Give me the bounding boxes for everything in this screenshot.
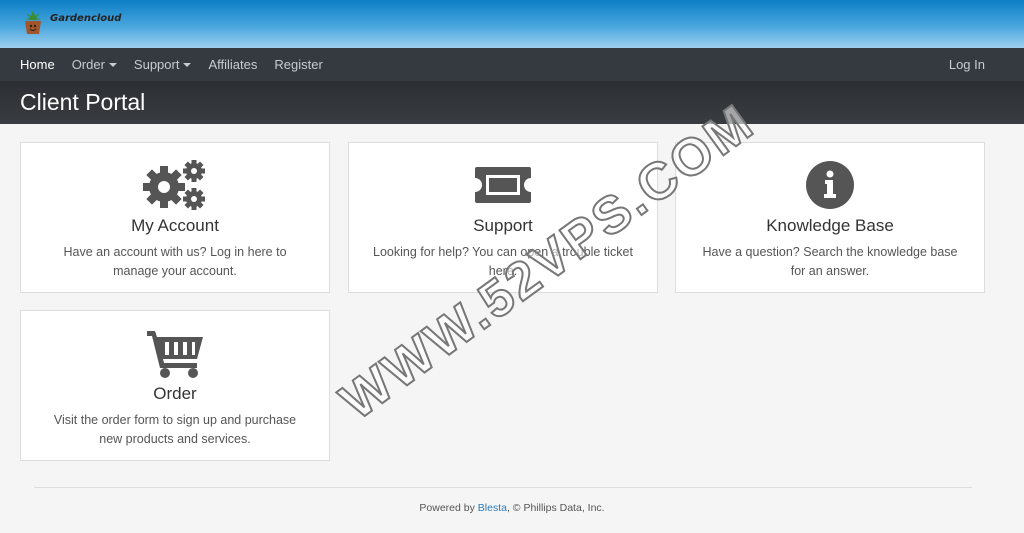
page-header: Client Portal	[0, 81, 1024, 124]
gears-icon	[21, 159, 329, 211]
nav-register[interactable]: Register	[274, 57, 322, 72]
card-order[interactable]: Order Visit the order form to sign up an…	[20, 310, 330, 461]
card-description: Have an account with us? Log in here to …	[63, 245, 287, 278]
card-title: Order	[153, 384, 197, 403]
card-title: My Account	[131, 216, 219, 235]
top-banner: Gardencloud	[0, 0, 1024, 48]
card-description: Looking for help? You can open a trouble…	[373, 245, 633, 278]
nav-affiliates[interactable]: Affiliates	[208, 57, 257, 72]
page-title: Client Portal	[20, 89, 146, 115]
flower-pot-icon	[25, 10, 41, 34]
card-description: Have a question? Search the knowledge ba…	[702, 245, 958, 278]
ticket-icon	[349, 159, 657, 211]
blesta-link[interactable]: Blesta	[478, 502, 507, 514]
nav-support[interactable]: Support	[134, 57, 192, 72]
nav-order-label: Order	[71, 57, 105, 72]
login-link[interactable]: Log In	[949, 57, 985, 72]
info-circle-icon	[676, 159, 984, 211]
nav-home[interactable]: Home	[20, 57, 55, 72]
card-my-account[interactable]: My Account Have an account with us? Log …	[20, 142, 330, 293]
footer: Powered by Blesta, © Phillips Data, Inc.	[0, 502, 1024, 514]
card-title: Knowledge Base	[766, 216, 894, 235]
caret-down-icon	[108, 62, 117, 67]
footer-divider	[34, 487, 972, 488]
brand-name: Gardencloud	[50, 12, 122, 24]
footer-prefix: Powered by	[419, 502, 478, 514]
nav-support-label: Support	[133, 57, 180, 72]
nav-order[interactable]: Order	[72, 57, 117, 72]
nav-affiliates-label: Affiliates	[208, 57, 258, 72]
nav-home-label: Home	[20, 57, 55, 72]
brand-logo[interactable]: Gardencloud	[22, 8, 121, 36]
main-navbar: Home Order Support Affiliates Register L…	[0, 48, 1024, 81]
card-knowledge-base[interactable]: Knowledge Base Have a question? Search t…	[675, 142, 985, 293]
card-title: Support	[473, 216, 533, 235]
card-description: Visit the order form to sign up and purc…	[53, 413, 297, 446]
caret-down-icon	[183, 62, 192, 67]
card-support[interactable]: Support Looking for help? You can open a…	[348, 142, 658, 293]
footer-suffix: , © Phillips Data, Inc.	[506, 502, 605, 514]
nav-register-label: Register	[274, 57, 323, 72]
shopping-cart-icon	[21, 327, 329, 379]
